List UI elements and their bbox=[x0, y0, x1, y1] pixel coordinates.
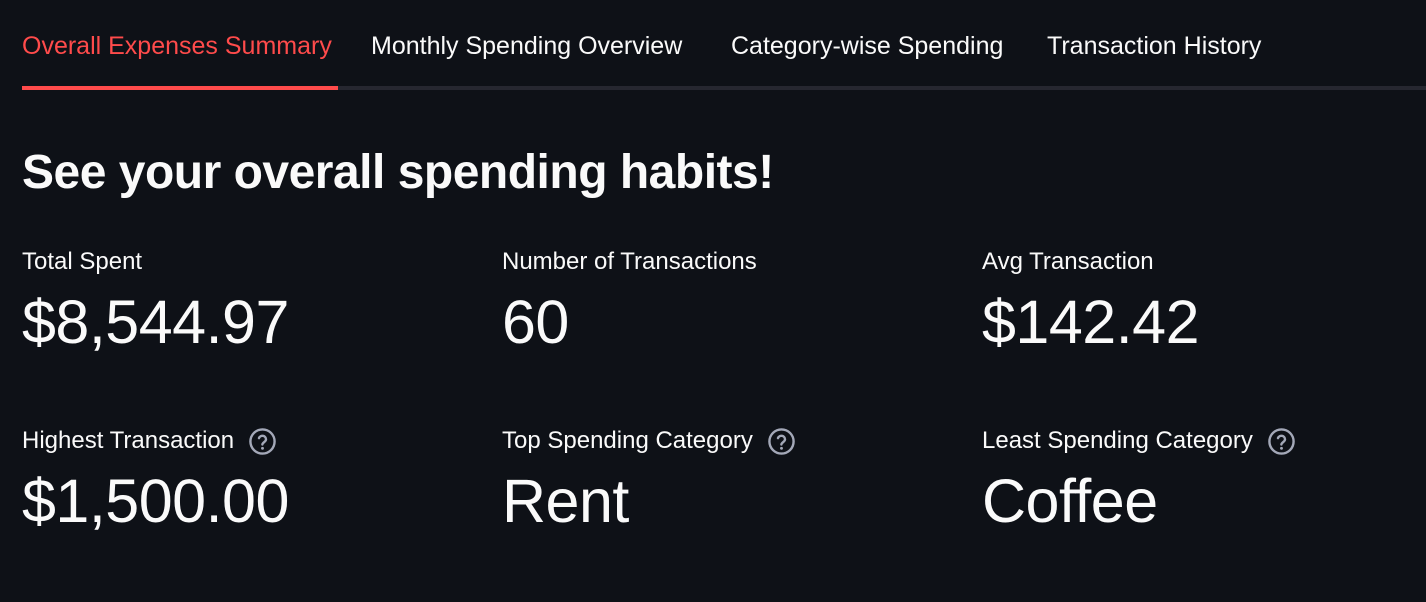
question-circle-icon[interactable] bbox=[1267, 427, 1296, 456]
tab-bar: Overall Expenses Summary Monthly Spendin… bbox=[22, 0, 1426, 90]
tab-overall-expenses-summary[interactable]: Overall Expenses Summary bbox=[22, 29, 332, 63]
metric-avg-transaction: Avg Transaction $142.42 bbox=[982, 245, 1422, 359]
metric-label: Number of Transactions bbox=[502, 245, 942, 279]
metric-label-text: Top Spending Category bbox=[502, 427, 753, 454]
metric-label-text: Total Spent bbox=[22, 248, 143, 275]
metric-value: $8,544.97 bbox=[22, 288, 289, 356]
tab-category-wise-spending[interactable]: Category-wise Spending bbox=[731, 29, 1003, 63]
metric-least-spending-category: Least Spending Category Coffee bbox=[982, 424, 1422, 538]
active-tab-indicator bbox=[22, 86, 338, 90]
metric-label: Highest Transaction bbox=[22, 424, 462, 458]
metric-value: 60 bbox=[502, 288, 569, 356]
metric-label: Top Spending Category bbox=[502, 424, 942, 458]
metric-value: $1,500.00 bbox=[22, 467, 289, 535]
metric-label-text: Avg Transaction bbox=[982, 248, 1154, 275]
question-circle-icon[interactable] bbox=[767, 427, 796, 456]
tab-transaction-history[interactable]: Transaction History bbox=[1047, 29, 1261, 63]
metric-label-text: Highest Transaction bbox=[22, 427, 235, 454]
app-root: Overall Expenses Summary Monthly Spendin… bbox=[0, 0, 1426, 602]
tab-monthly-spending-overview[interactable]: Monthly Spending Overview bbox=[371, 29, 682, 63]
metric-highest-transaction: Highest Transaction $1,500.00 bbox=[22, 424, 462, 538]
page-title: See your overall spending habits! bbox=[22, 146, 774, 199]
metric-label-text: Least Spending Category bbox=[982, 427, 1253, 454]
metric-value: Coffee bbox=[982, 467, 1158, 535]
metric-label-text: Number of Transactions bbox=[502, 248, 757, 275]
metric-label: Avg Transaction bbox=[982, 245, 1422, 279]
metric-value: $142.42 bbox=[982, 288, 1200, 356]
metric-top-spending-category: Top Spending Category Rent bbox=[502, 424, 942, 538]
metric-value: Rent bbox=[502, 467, 629, 535]
metric-label: Total Spent bbox=[22, 245, 462, 279]
question-circle-icon[interactable] bbox=[248, 427, 277, 456]
metric-label: Least Spending Category bbox=[982, 424, 1422, 458]
metric-total-spent: Total Spent $8,544.97 bbox=[22, 245, 462, 359]
metric-number-of-transactions: Number of Transactions 60 bbox=[502, 245, 942, 359]
